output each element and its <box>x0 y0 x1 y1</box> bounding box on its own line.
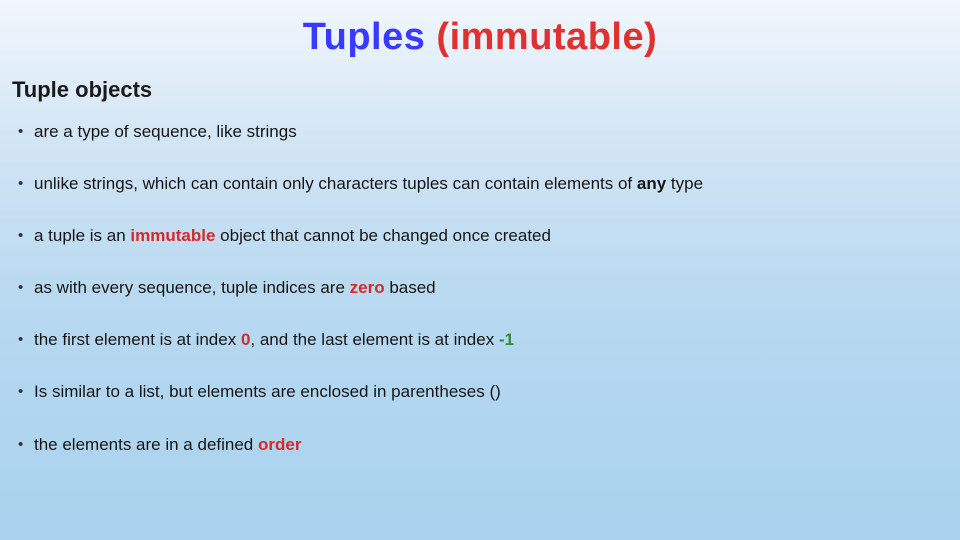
bullet-text: Is similar to a list, but elements are e… <box>34 382 501 401</box>
bullet-item: the elements are in a defined order <box>16 434 944 456</box>
bullet-text: immutable <box>130 226 215 245</box>
bullet-text: the first element is at index <box>34 330 241 349</box>
bullet-text: -1 <box>499 330 514 349</box>
slide-subheading: Tuple objects <box>12 77 950 103</box>
bullet-text: type <box>666 174 703 193</box>
title-main: Tuples <box>303 16 437 58</box>
bullet-list: are a type of sequence, like strings unli… <box>10 121 950 456</box>
bullet-item: a tuple is an immutable object that cann… <box>16 225 944 247</box>
slide-title: Tuples (immutable) <box>10 16 950 59</box>
title-paren: (immutable) <box>436 16 657 58</box>
bullet-text: any <box>637 174 666 193</box>
bullet-item: the first element is at index 0, and the… <box>16 329 944 351</box>
bullet-text: the elements are in a defined <box>34 435 258 454</box>
bullet-item: Is similar to a list, but elements are e… <box>16 381 944 403</box>
bullet-text: 0 <box>241 330 250 349</box>
bullet-text: zero <box>350 278 385 297</box>
bullet-item: unlike strings, which can contain only c… <box>16 173 944 195</box>
bullet-item: as with every sequence, tuple indices ar… <box>16 277 944 299</box>
bullet-text: are a type of sequence, like strings <box>34 122 297 141</box>
bullet-text: as with every sequence, tuple indices ar… <box>34 278 350 297</box>
bullet-item: are a type of sequence, like strings <box>16 121 944 143</box>
bullet-text: object that cannot be changed once creat… <box>215 226 551 245</box>
bullet-text: based <box>385 278 436 297</box>
bullet-text: unlike strings, which can contain only c… <box>34 174 637 193</box>
bullet-text: order <box>258 435 301 454</box>
bullet-text: a tuple is an <box>34 226 130 245</box>
bullet-text: , and the last element is at index <box>250 330 499 349</box>
